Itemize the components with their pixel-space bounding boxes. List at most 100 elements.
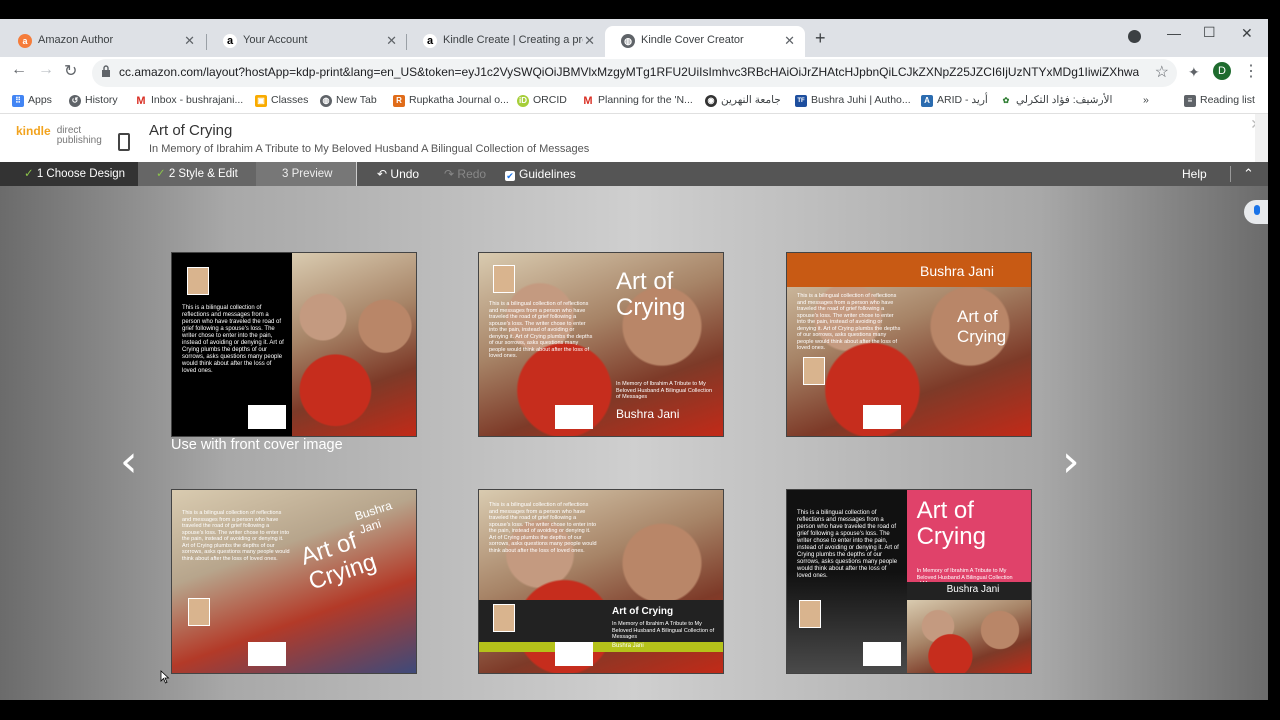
archive-icon: ✿ xyxy=(1000,95,1012,107)
mouse-cursor-icon xyxy=(160,670,170,684)
reload-icon[interactable]: ↻ xyxy=(64,61,77,81)
cover-blurb: This is a bilingual collection of reflec… xyxy=(489,502,597,554)
omnibox[interactable]: cc.amazon.com/layout?hostApp=kdp-print&l… xyxy=(92,59,1177,87)
cover-blurb: This is a bilingual collection of reflec… xyxy=(797,510,899,579)
globe-icon: ◍ xyxy=(320,95,332,107)
design-card-3[interactable]: Bushra Jani This is a bilingual collecti… xyxy=(786,252,1032,437)
design-card-1[interactable]: This is a bilingual collection of reflec… xyxy=(171,252,417,437)
cover-title: Art of Crying xyxy=(612,606,674,617)
cover-back: This is a bilingual collection of reflec… xyxy=(787,490,907,673)
author-photo xyxy=(188,598,210,626)
cover-author: Bushra Jani xyxy=(946,584,1000,595)
design-card-5[interactable]: This is a bilingual collection of reflec… xyxy=(478,489,724,674)
globe-icon: ◍ xyxy=(621,34,635,48)
bookmark-new-tab[interactable]: ◍ New Tab xyxy=(320,94,377,107)
close-tab-icon[interactable]: ✕ xyxy=(584,26,595,55)
tab-search-icon[interactable] xyxy=(1128,30,1141,43)
bookmark-orcid[interactable]: iD ORCID xyxy=(517,94,567,107)
more-bookmarks-button[interactable]: » xyxy=(1143,94,1149,106)
barcode-box xyxy=(863,405,901,429)
cover-title: Art of Crying xyxy=(916,497,986,550)
bookmark-classes[interactable]: ▣ Classes xyxy=(255,94,308,107)
new-tab-button[interactable]: + xyxy=(815,28,826,49)
author-photo xyxy=(187,267,209,295)
cover-front-image xyxy=(906,600,1031,673)
amazon-author-favicon: a xyxy=(18,34,32,48)
step-style-edit[interactable]: ✓ 2 Style & Edit xyxy=(138,162,256,186)
kdp-logo[interactable]: kindle direct publishing xyxy=(16,125,102,146)
step-preview[interactable]: 3 Preview xyxy=(256,162,356,186)
bookmark-apps[interactable]: ⠿ Apps xyxy=(12,94,52,107)
close-tab-icon[interactable]: ✕ xyxy=(784,26,795,55)
bookmark-inbox[interactable]: M Inbox - bushrajani... xyxy=(135,94,243,107)
bookmark-arid[interactable]: A ARID - أريد xyxy=(921,94,988,107)
reading-list-button[interactable]: ≡ Reading list xyxy=(1184,94,1255,107)
close-tab-icon[interactable]: ✕ xyxy=(184,26,195,55)
arid-icon: A xyxy=(921,95,933,107)
extensions-icon[interactable]: ✦ xyxy=(1188,64,1200,81)
tab-title: Kindle Create | Creating a professi xyxy=(443,34,583,46)
design-gallery: ‹ › This is a bilingual collection of re… xyxy=(0,186,1268,700)
book-subtitle: In Memory of Ibrahim A Tribute to My Bel… xyxy=(149,143,590,155)
divider xyxy=(356,162,357,186)
orcid-icon: iD xyxy=(517,95,529,107)
cover-subtitle: In Memory of Ibrahim A Tribute to My Bel… xyxy=(612,621,715,640)
step-choose-design[interactable]: ✓ 1 Choose Design xyxy=(0,162,138,186)
back-arrow-icon[interactable]: ← xyxy=(11,61,27,79)
divider xyxy=(1230,166,1231,182)
author-photo xyxy=(493,604,515,632)
tab-title: Kindle Cover Creator xyxy=(641,34,744,46)
bookmark-history[interactable]: ↺ History xyxy=(69,94,118,107)
next-arrow-icon[interactable]: › xyxy=(1062,436,1080,487)
tab-strip: a Amazon Author ✕ a Your Account ✕ a Kin… xyxy=(0,19,1268,57)
reading-list-icon: ≡ xyxy=(1184,95,1196,107)
author-photo xyxy=(799,600,821,628)
prev-arrow-icon[interactable]: ‹ xyxy=(120,436,138,487)
collapse-chevron-icon[interactable]: ⌃ xyxy=(1243,162,1254,186)
bookmark-planning[interactable]: M Planning for the 'N... xyxy=(582,94,693,107)
help-button[interactable]: Help xyxy=(1182,162,1207,186)
minimize-icon[interactable]: — xyxy=(1167,25,1181,41)
close-window-icon[interactable]: ✕ xyxy=(1241,25,1253,42)
page-scrollbar[interactable] xyxy=(1255,114,1268,162)
bookmark-bushra-juhi[interactable]: TF Bushra Juhi | Autho... xyxy=(795,94,911,107)
tab-amazon-author[interactable]: a Amazon Author ✕ xyxy=(2,26,207,57)
cover-front-image xyxy=(291,253,416,436)
design-card-4[interactable]: This is a bilingual collection of reflec… xyxy=(171,489,417,674)
cover-title: Art of Crying xyxy=(616,268,686,321)
close-tab-icon[interactable]: ✕ xyxy=(386,26,397,55)
cover-back: This is a bilingual collection of reflec… xyxy=(172,253,292,436)
cover-blurb: This is a bilingual collection of reflec… xyxy=(489,301,593,359)
bookmark-archive[interactable]: ✿ الأرشيف: فؤاد التكرلي xyxy=(1000,94,1112,107)
bookmark-rupkatha[interactable]: R Rupkatha Journal o... xyxy=(393,94,509,107)
tab-kindle-cover-creator[interactable]: ◍ Kindle Cover Creator ✕ xyxy=(605,26,805,57)
bookmarks-bar: ⠿ Apps ↺ History M Inbox - bushrajani... ▣ C… xyxy=(0,90,1268,114)
cover-subtitle: In Memory of Ibrahim A Tribute to My Bel… xyxy=(616,381,713,400)
rupkatha-icon: R xyxy=(393,95,405,107)
redo-icon: ↷ xyxy=(444,167,455,181)
barcode-box xyxy=(555,405,593,429)
editor-toolbar: ✓ 1 Choose Design ✓ 2 Style & Edit 3 Pre… xyxy=(0,162,1268,186)
tab-your-account[interactable]: a Your Account ✕ xyxy=(207,26,407,57)
accent-band xyxy=(479,642,723,652)
bookmark-star-icon[interactable]: ☆ xyxy=(1155,62,1169,82)
tab-kindle-create[interactable]: a Kindle Create | Creating a professi ✕ xyxy=(407,26,605,57)
tandf-icon: TF xyxy=(795,95,807,107)
maximize-icon[interactable]: ☐ xyxy=(1203,24,1216,41)
address-bar-row: ← → ↻ cc.amazon.com/layout?hostApp=kdp-p… xyxy=(0,57,1268,90)
cover-author: Bushra Jani xyxy=(920,263,994,279)
redo-button[interactable]: ↷ Redo xyxy=(444,162,486,186)
forward-arrow-icon[interactable]: → xyxy=(38,61,54,79)
profile-avatar[interactable]: D xyxy=(1213,62,1231,80)
design-card-6[interactable]: This is a bilingual collection of reflec… xyxy=(786,489,1032,674)
guidelines-toggle[interactable]: ✔ Guidelines xyxy=(505,162,576,186)
barcode-box xyxy=(863,642,901,666)
undo-button[interactable]: ↶ Undo xyxy=(377,162,419,186)
undo-icon: ↶ xyxy=(377,167,388,181)
menu-kebab-icon[interactable]: ⋮ xyxy=(1243,61,1259,81)
bookmark-nahrain[interactable]: ◉ جامعة النهرين xyxy=(705,94,781,107)
cover-blurb: This is a bilingual collection of reflec… xyxy=(182,510,290,562)
gmail-icon: M xyxy=(582,95,594,107)
design-card-2[interactable]: This is a bilingual collection of reflec… xyxy=(478,252,724,437)
voice-input-icon[interactable] xyxy=(1244,200,1268,224)
